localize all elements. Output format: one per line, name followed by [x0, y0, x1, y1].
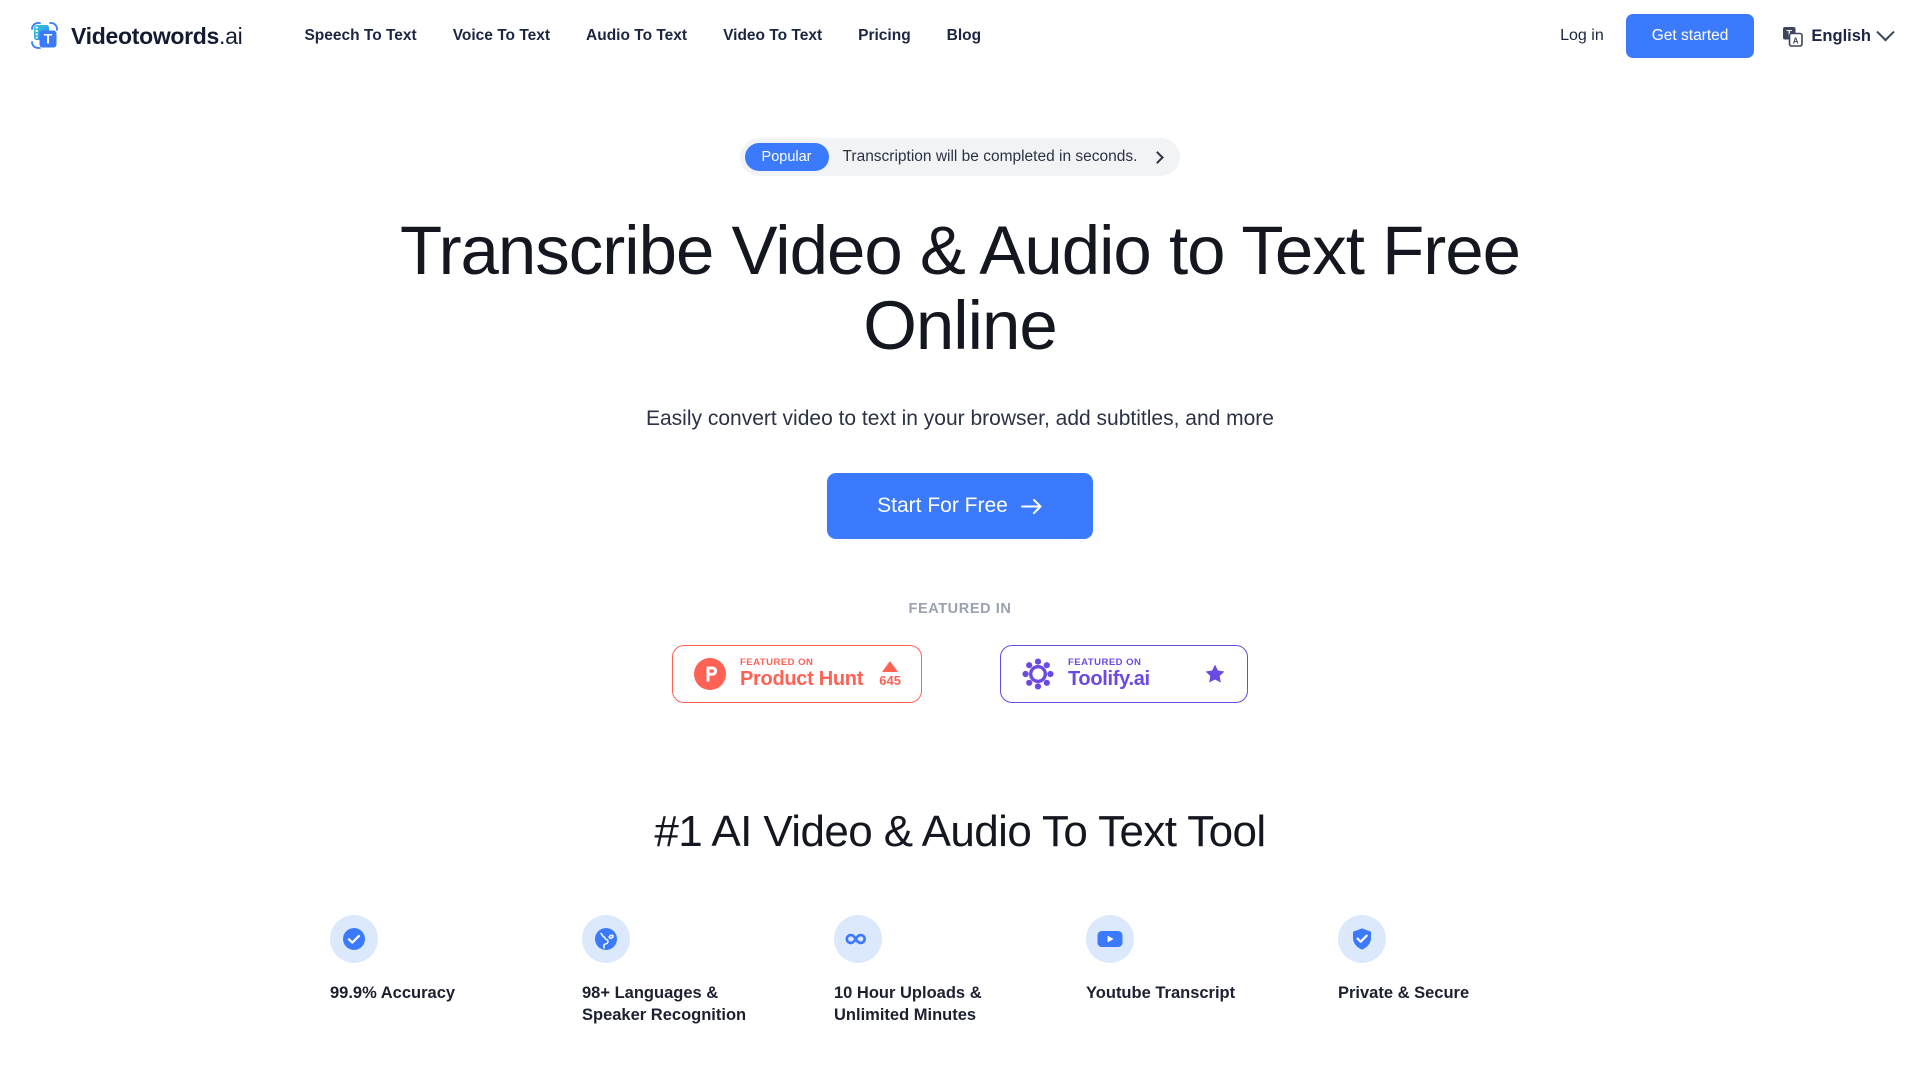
feature-label: 10 Hour Uploads & Unlimited Minutes: [834, 984, 982, 1025]
get-started-button[interactable]: Get started: [1625, 14, 1755, 58]
nav-item-video-to-text[interactable]: Video To Text: [723, 27, 822, 45]
features-list: 99.9% Accuracy 98+ Languages & Speaker R…: [0, 915, 1920, 1027]
feature-item-languages: 98+ Languages & Speaker Recognition: [582, 915, 834, 1027]
features-section: #1 AI Video & Audio To Text Tool 99.9% A…: [0, 807, 1920, 1027]
globe-icon: [595, 928, 617, 951]
feature-icon-wrap: [1086, 915, 1134, 964]
hero-section: Popular Transcription will be completed …: [0, 72, 1920, 704]
nav-item-audio-to-text[interactable]: Audio To Text: [586, 27, 687, 45]
feature-label: Private & Secure: [1338, 984, 1470, 1003]
language-label: English: [1811, 26, 1871, 45]
chevron-right-icon: [1151, 150, 1165, 164]
feature-icon-wrap: [1338, 915, 1386, 964]
nav-item-blog[interactable]: Blog: [947, 27, 981, 45]
check-circle-icon: [343, 928, 365, 951]
nav-item-pricing[interactable]: Pricing: [858, 27, 911, 45]
cta-label: Start For Free: [877, 494, 1008, 518]
shield-check-icon: [1353, 928, 1371, 950]
arrow-right-icon: [1020, 498, 1042, 514]
pill-badge-popular: Popular: [744, 143, 829, 171]
nav-item-voice-to-text[interactable]: Voice To Text: [453, 27, 550, 45]
nav-item-speech-to-text[interactable]: Speech To Text: [304, 27, 416, 45]
feature-icon-wrap: [834, 915, 882, 964]
brand-name-main: Videotowords: [71, 22, 220, 49]
feature-item-private-secure: Private & Secure: [1338, 915, 1590, 1027]
cta-wrapper: Start For Free: [0, 473, 1920, 540]
features-section-title: #1 AI Video & Audio To Text Tool: [654, 807, 1266, 857]
translate-icon: T A: [1783, 26, 1804, 47]
toolify-kicker: FEATURED ON: [1068, 656, 1142, 668]
product-hunt-votes-wrap: 645: [879, 660, 901, 688]
toolify-badge[interactable]: FEATURED ON Toolify.ai: [1000, 645, 1248, 704]
product-hunt-icon: [694, 658, 726, 691]
pill-text: Transcription will be completed in secon…: [842, 148, 1138, 165]
product-hunt-vote-count: 645: [879, 672, 901, 688]
feature-label: 99.9% Accuracy: [330, 984, 456, 1003]
youtube-icon: [1097, 931, 1123, 948]
featured-in-label: FEATURED IN: [908, 601, 1012, 618]
brand-name: Videotowords.ai: [71, 22, 243, 50]
feature-icon-wrap: [330, 915, 378, 964]
svg-text:T: T: [44, 31, 53, 47]
upvote-caret-icon: [882, 660, 899, 672]
header-actions: Log in Get started T A English: [1560, 14, 1895, 58]
toolify-icon: [1022, 658, 1054, 690]
featured-badges: FEATURED ON Product Hunt 645 FEATURED ON…: [0, 645, 1920, 704]
film-text-logo-icon: T: [31, 22, 58, 49]
language-selector[interactable]: T A English: [1776, 22, 1895, 47]
feature-item-youtube: Youtube Transcript: [1086, 915, 1338, 1027]
site-header: T Videotowords.ai Speech To Text Voice T…: [0, 0, 1920, 72]
toolify-star-wrap: [1203, 662, 1227, 686]
product-hunt-kicker: FEATURED ON: [740, 656, 814, 668]
start-for-free-button[interactable]: Start For Free: [827, 473, 1093, 540]
feature-label: Youtube Transcript: [1086, 984, 1236, 1003]
login-link[interactable]: Log in: [1560, 27, 1604, 45]
chevron-down-icon: [1876, 22, 1895, 41]
announcement-pill[interactable]: Popular Transcription will be completed …: [739, 138, 1181, 176]
feature-item-uploads: 10 Hour Uploads & Unlimited Minutes: [834, 915, 1086, 1027]
product-hunt-name: Product Hunt: [740, 668, 864, 691]
product-hunt-badge[interactable]: FEATURED ON Product Hunt 645: [672, 645, 922, 704]
svg-text:A: A: [1793, 36, 1799, 45]
feature-label: 98+ Languages & Speaker Recognition: [582, 984, 747, 1025]
feature-item-accuracy: 99.9% Accuracy: [330, 915, 582, 1027]
star-icon: [1205, 664, 1225, 683]
page-title: Transcribe Video & Audio to Text Free On…: [399, 212, 1521, 364]
hero-subtitle: Easily convert video to text in your bro…: [646, 407, 1274, 431]
toolify-copy: FEATURED ON Toolify.ai: [1068, 656, 1150, 691]
toolify-name: Toolify.ai: [1068, 668, 1150, 691]
feature-icon-wrap: [582, 915, 630, 964]
product-hunt-copy: FEATURED ON Product Hunt: [740, 656, 864, 691]
main-nav: Speech To Text Voice To Text Audio To Te…: [304, 27, 1560, 45]
brand-name-suffix: .ai: [219, 22, 243, 49]
brand-logo[interactable]: T Videotowords.ai: [28, 19, 243, 53]
infinity-icon: [845, 933, 866, 945]
